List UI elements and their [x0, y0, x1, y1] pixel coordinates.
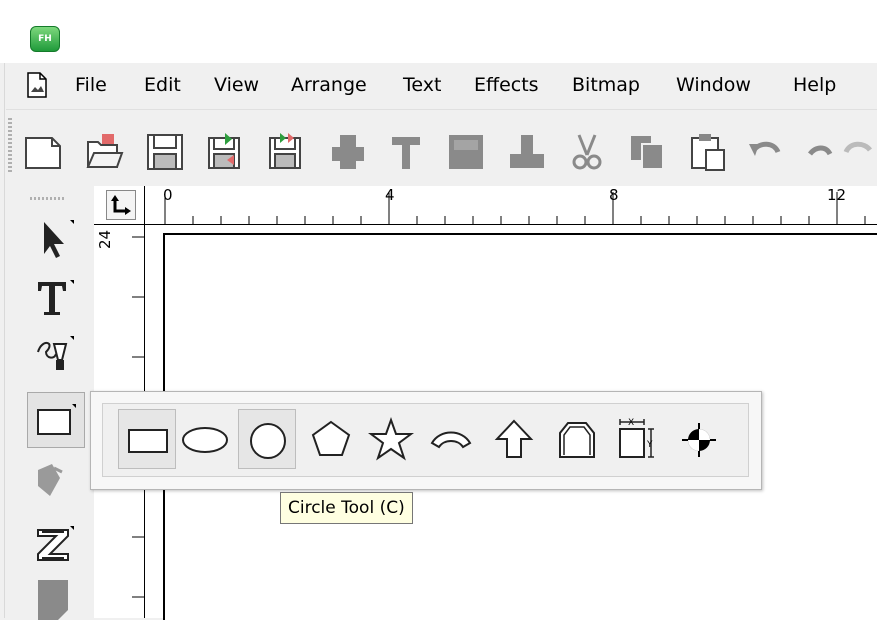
- title-bar: [0, 0, 877, 63]
- new-document-icon[interactable]: [24, 132, 64, 172]
- print-icon[interactable]: [328, 132, 368, 172]
- tooltip: Circle Tool (C): [280, 492, 413, 524]
- pentagon-icon: [311, 420, 351, 456]
- menu-arrange[interactable]: Arrange: [291, 74, 367, 96]
- open-icon[interactable]: [84, 132, 124, 172]
- window-border: [4, 0, 5, 618]
- rectangle-tool-button[interactable]: [118, 409, 176, 469]
- fill-tool-icon[interactable]: [32, 458, 80, 506]
- circle-icon: [250, 423, 286, 459]
- menu-text[interactable]: Text: [403, 74, 441, 96]
- star-tool-button[interactable]: [362, 409, 420, 469]
- vector-tool-icon[interactable]: [386, 132, 426, 172]
- menu-effects[interactable]: Effects: [474, 74, 539, 96]
- arc-icon: [430, 431, 472, 449]
- export-icon[interactable]: [446, 132, 486, 172]
- save-icon[interactable]: [145, 132, 185, 172]
- ellipse-icon: [182, 427, 228, 453]
- label-shape-tool-button[interactable]: [548, 409, 606, 469]
- ruler-label-0: 0: [163, 186, 173, 204]
- ruler-label-8: 8: [609, 186, 619, 204]
- registration-mark-icon: [682, 423, 716, 457]
- redo-icon[interactable]: [800, 132, 877, 172]
- up-arrow-icon: [494, 419, 534, 458]
- import-icon[interactable]: [507, 132, 547, 172]
- ellipse-tool-button[interactable]: [177, 409, 235, 469]
- app-logo[interactable]: FH: [30, 26, 60, 52]
- menu-view[interactable]: View: [214, 74, 259, 96]
- dimension-icon: X Y: [619, 418, 654, 458]
- save-all-icon[interactable]: [266, 132, 306, 172]
- circle-tool-button[interactable]: [238, 409, 296, 469]
- label-shape-icon: [559, 422, 595, 458]
- rectangle-shape-tool-icon[interactable]: [34, 398, 82, 446]
- copy-icon[interactable]: [627, 132, 667, 172]
- pen-tool-icon[interactable]: [32, 330, 80, 378]
- ruler-origin-icon[interactable]: [106, 190, 136, 220]
- toolbox-grip[interactable]: [30, 197, 66, 200]
- dimension-tool-button[interactable]: X Y: [608, 409, 666, 469]
- horizontal-ruler-ticks: [164, 192, 866, 224]
- scissors-icon[interactable]: [567, 132, 607, 172]
- star-icon: [368, 417, 414, 461]
- other-tool-icon[interactable]: [32, 572, 80, 620]
- paste-icon[interactable]: [688, 132, 728, 172]
- arrow-tool-button[interactable]: [485, 409, 543, 469]
- menu-edit[interactable]: Edit: [144, 74, 181, 96]
- zigzag-tool-icon[interactable]: [32, 520, 80, 568]
- horizontal-ruler[interactable]: 0 4 8 12: [145, 186, 877, 225]
- ruler-label-4: 4: [385, 186, 395, 204]
- ruler-label-12: 12: [827, 186, 847, 204]
- svg-text:X: X: [628, 418, 634, 428]
- menu-help[interactable]: Help: [793, 74, 836, 96]
- ruler-label-24: 24: [96, 229, 114, 249]
- document-menu-icon[interactable]: [26, 72, 48, 98]
- menu-window[interactable]: Window: [676, 74, 751, 96]
- text-tool-icon[interactable]: [32, 274, 80, 322]
- menu-bar: File Edit View Arrange Text Effects Bitm…: [6, 64, 877, 108]
- registration-mark-tool-button[interactable]: [670, 409, 728, 469]
- arc-tool-button[interactable]: [422, 409, 480, 469]
- save-as-icon[interactable]: [205, 132, 245, 172]
- toolbar-grip[interactable]: [8, 118, 12, 174]
- rectangle-icon: [128, 429, 168, 453]
- pick-tool-icon[interactable]: [32, 214, 80, 262]
- menu-file[interactable]: File: [75, 74, 107, 96]
- svg-text:Y: Y: [646, 440, 653, 450]
- polygon-tool-button[interactable]: [302, 409, 360, 469]
- undo-icon[interactable]: [746, 132, 786, 172]
- menu-bitmap[interactable]: Bitmap: [572, 74, 640, 96]
